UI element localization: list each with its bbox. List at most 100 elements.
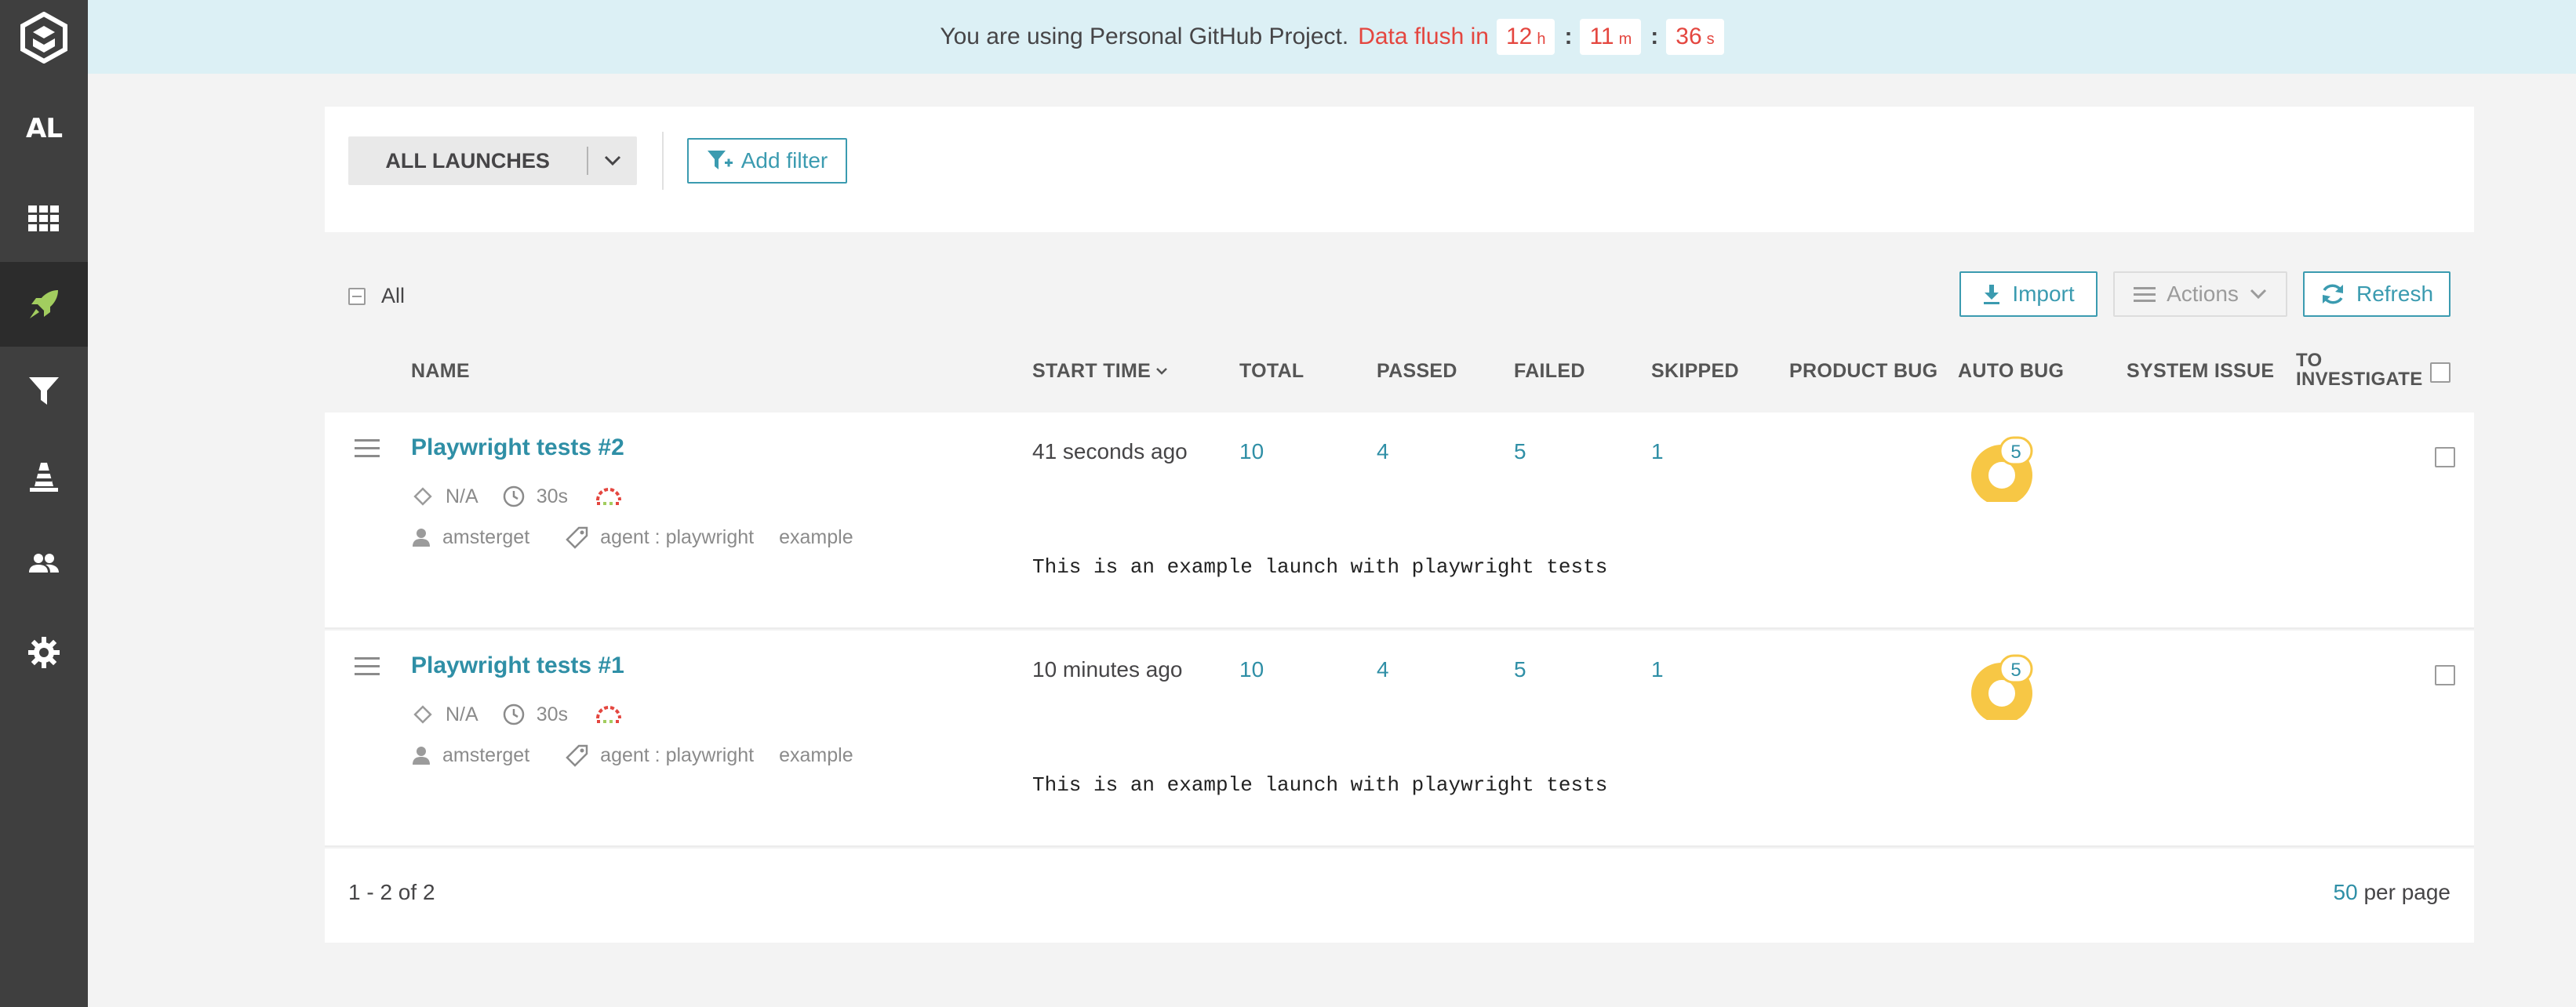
sidebar-item-dashboards[interactable] bbox=[0, 176, 88, 260]
reportportal-logo-icon[interactable] bbox=[0, 0, 88, 75]
select-all[interactable]: All bbox=[348, 284, 405, 308]
download-icon bbox=[1984, 285, 2000, 304]
column-header-total[interactable]: TOTAL bbox=[1239, 361, 1304, 381]
sidebar: AL bbox=[0, 0, 88, 1007]
column-header-product-bug[interactable]: PRODUCT BUG bbox=[1789, 361, 1937, 381]
sidebar-item-debug[interactable] bbox=[0, 434, 88, 519]
passed-count[interactable]: 4 bbox=[1377, 439, 1389, 464]
refresh-button[interactable]: Refresh bbox=[2303, 271, 2450, 317]
column-header-name[interactable]: NAME bbox=[411, 361, 470, 381]
filters-funnel-icon bbox=[29, 377, 59, 405]
launch-row: Playwright tests #1 N/A 30s amsterget ag… bbox=[325, 631, 2474, 847]
sidebar-item-members[interactable] bbox=[0, 521, 88, 605]
launches-filter-select[interactable]: ALL LAUNCHES bbox=[348, 136, 637, 185]
failed-count[interactable]: 5 bbox=[1514, 657, 1526, 682]
row-divider bbox=[325, 627, 2474, 629]
clock-icon bbox=[503, 703, 524, 725]
sidebar-item-launches[interactable] bbox=[0, 262, 88, 347]
auto-bug-count: 5 bbox=[2010, 660, 2021, 681]
actions-dropdown[interactable]: Actions bbox=[2113, 271, 2287, 317]
launch-row: Playwright tests #2 N/A 30s amsterget ag… bbox=[325, 413, 2474, 629]
members-icon bbox=[29, 554, 59, 573]
owner-name[interactable]: amsterget bbox=[442, 526, 529, 549]
start-time: 10 minutes ago bbox=[1032, 657, 1183, 682]
auto-bug-donut[interactable]: 5 bbox=[1969, 436, 2035, 502]
flush-seconds: 36 s bbox=[1666, 19, 1724, 55]
attribute-value: N/A bbox=[446, 703, 478, 725]
row-divider bbox=[325, 845, 2474, 847]
tag-example[interactable]: example bbox=[779, 744, 853, 767]
status-gauge-icon bbox=[596, 488, 621, 505]
failed-count[interactable]: 5 bbox=[1514, 439, 1526, 464]
launch-name-link[interactable]: Playwright tests #1 bbox=[411, 653, 624, 679]
column-header-auto-bug[interactable]: AUTO BUG bbox=[1958, 361, 2064, 381]
banner-text: You are using Personal GitHub Project. bbox=[940, 24, 1349, 49]
tag-agent[interactable]: agent : playwright bbox=[600, 526, 754, 549]
data-flush-label: Data flush in bbox=[1358, 24, 1489, 49]
select-all-label: All bbox=[381, 284, 406, 307]
project-abbr: AL bbox=[26, 113, 63, 144]
header-checkbox[interactable] bbox=[2430, 362, 2450, 383]
launches-rocket-icon bbox=[30, 290, 58, 318]
column-header-passed[interactable]: PASSED bbox=[1377, 361, 1457, 381]
row-checkbox[interactable] bbox=[2435, 665, 2455, 685]
add-filter-icon bbox=[707, 151, 733, 169]
time-separator: : bbox=[1564, 24, 1573, 49]
total-count[interactable]: 10 bbox=[1239, 657, 1264, 682]
per-page-count[interactable]: 50 bbox=[2334, 880, 2358, 904]
personal-project-banner: You are using Personal GitHub Project. D… bbox=[88, 0, 2576, 74]
per-page-label: per page bbox=[2363, 880, 2450, 904]
launch-owner-tags: amsterget agent : playwright example bbox=[411, 525, 853, 549]
owner-name[interactable]: amsterget bbox=[442, 744, 529, 767]
launch-meta: N/A 30s bbox=[411, 485, 634, 508]
launch-name-link[interactable]: Playwright tests #2 bbox=[411, 434, 624, 461]
menu-lines-icon bbox=[2134, 287, 2156, 302]
flush-hours: 12 h bbox=[1496, 19, 1555, 55]
total-count[interactable]: 10 bbox=[1239, 439, 1264, 464]
refresh-label: Refresh bbox=[2356, 282, 2434, 306]
tag-icon bbox=[566, 744, 588, 767]
tag-example[interactable]: example bbox=[779, 526, 853, 549]
skipped-count[interactable]: 1 bbox=[1651, 657, 1664, 682]
auto-bug-donut[interactable]: 5 bbox=[1969, 654, 2035, 720]
skipped-count[interactable]: 1 bbox=[1651, 439, 1664, 464]
launch-meta: N/A 30s bbox=[411, 703, 634, 726]
chevron-down-icon[interactable] bbox=[588, 155, 637, 166]
add-filter-button[interactable]: Add filter bbox=[687, 138, 847, 184]
debug-cone-icon bbox=[30, 463, 58, 492]
user-icon bbox=[413, 747, 430, 765]
import-label: Import bbox=[2012, 282, 2075, 306]
column-header-to-investigate[interactable]: TO INVESTIGATE bbox=[2296, 351, 2423, 389]
column-header-system-issue[interactable]: SYSTEM ISSUE bbox=[2127, 361, 2274, 381]
row-checkbox[interactable] bbox=[2435, 447, 2455, 467]
refresh-icon bbox=[2322, 284, 2343, 304]
tag-agent[interactable]: agent : playwright bbox=[600, 744, 754, 767]
attribute-diamond-icon bbox=[413, 487, 432, 506]
filter-panel: ALL LAUNCHES Add filter bbox=[325, 107, 2474, 232]
sidebar-item-filters[interactable] bbox=[0, 348, 88, 433]
settings-gear-icon bbox=[28, 637, 60, 668]
column-header-skipped[interactable]: SKIPPED bbox=[1651, 361, 1739, 381]
auto-bug-count: 5 bbox=[2010, 442, 2021, 463]
tag-icon bbox=[566, 526, 588, 549]
project-selector[interactable]: AL bbox=[0, 88, 88, 169]
pagination-range: 1 - 2 of 2 bbox=[348, 880, 435, 904]
import-button[interactable]: Import bbox=[1959, 271, 2098, 317]
launch-owner-tags: amsterget agent : playwright example bbox=[411, 743, 853, 767]
duration: 30s bbox=[536, 703, 568, 725]
duration: 30s bbox=[536, 485, 568, 507]
select-all-checkbox[interactable] bbox=[348, 287, 366, 305]
column-header-failed[interactable]: FAILED bbox=[1514, 361, 1585, 381]
divider bbox=[662, 132, 664, 190]
sidebar-item-settings[interactable] bbox=[0, 610, 88, 695]
per-page-selector[interactable]: 50 per page bbox=[2334, 880, 2450, 905]
launch-menu-icon[interactable] bbox=[355, 657, 380, 681]
launch-menu-icon[interactable] bbox=[355, 439, 380, 463]
column-header-start-time[interactable]: START TIME bbox=[1032, 361, 1168, 381]
attribute-value: N/A bbox=[446, 485, 478, 507]
time-separator: : bbox=[1650, 24, 1659, 49]
passed-count[interactable]: 4 bbox=[1377, 657, 1389, 682]
actions-label: Actions bbox=[2167, 282, 2239, 306]
launch-description: This is an example launch with playwrigh… bbox=[1032, 773, 1608, 797]
launches-filter-label: ALL LAUNCHES bbox=[348, 147, 589, 175]
